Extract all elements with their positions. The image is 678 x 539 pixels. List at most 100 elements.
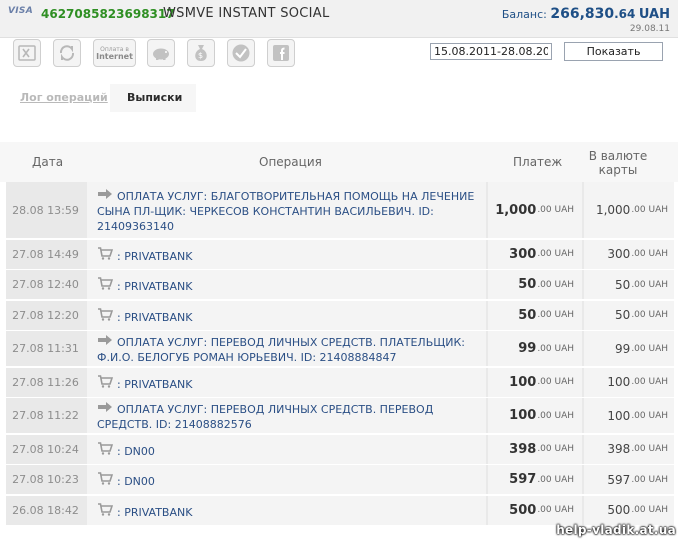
row-payment-dec: .00 UAH <box>537 279 574 290</box>
row-payment: 100.00 UAH <box>488 367 582 397</box>
row-card-amount: 50.00 UAH <box>584 270 674 299</box>
row-operation[interactable]: : DN00 <box>87 465 486 494</box>
header-date-col: Дата <box>32 155 64 169</box>
table-row[interactable]: 27.08 11:22 ОПЛАТА УСЛУГ: ПЕРЕВОД ЛИЧНЫХ … <box>6 398 674 433</box>
tab-statements[interactable]: Выписки <box>110 84 196 112</box>
refresh-icon[interactable] <box>53 39 81 67</box>
internet-label-bottom: Internet <box>96 52 133 61</box>
checkmark-icon[interactable] <box>227 39 255 67</box>
row-payment-dec: .00 UAH <box>537 310 574 320</box>
row-operation[interactable]: : PRIVATBANK <box>87 270 486 299</box>
row-payment-dec: .00 UAH <box>537 505 574 515</box>
row-card-dec: .00 UAH <box>631 249 668 259</box>
facebook-icon[interactable] <box>267 39 295 67</box>
row-date: 27.08 12:40 <box>12 278 79 291</box>
table-row[interactable]: 27.08 10:23 : DN00 597.00 UAH 597.00 UAH <box>6 465 674 494</box>
row-operation-text: : DN00 <box>117 475 155 488</box>
tab-operation-log[interactable]: Лог операций <box>20 91 108 104</box>
balance: Баланс: 266,830.64 UAH <box>502 6 670 22</box>
row-card-int: 300 <box>607 247 631 261</box>
row-operation[interactable]: : PRIVATBANK <box>87 495 486 525</box>
row-operation[interactable]: : PRIVATBANK <box>87 367 486 397</box>
show-button[interactable]: Показать <box>564 42 663 61</box>
balance-amount: 266,830 <box>550 6 615 22</box>
row-operation-text: ОПЛАТА УСЛУГ: БЛАГОТВОРИТЕЛЬНАЯ ПОМОЩЬ Н… <box>97 189 475 233</box>
arrow-icon <box>97 401 117 417</box>
row-operation-text: : PRIVATBANK <box>117 377 193 391</box>
row-date: 28.08 13:59 <box>12 203 79 217</box>
row-payment-dec: .00 UAH <box>537 377 574 387</box>
row-payment-dec: .00 UAH <box>537 444 574 454</box>
row-payment: 50.00 UAH <box>488 300 582 330</box>
header-date: 29.08.11 <box>629 24 670 34</box>
row-payment: 300.00 UAH <box>488 239 582 269</box>
row-operation-text: : PRIVATBANK <box>117 310 193 324</box>
row-operation[interactable]: : PRIVATBANK <box>87 300 486 330</box>
svg-text:$: $ <box>198 51 203 60</box>
cart-icon <box>97 307 117 325</box>
table-row[interactable]: 27.08 11:26: PRIVATBANK 100.00 UAH 100.00 … <box>6 367 674 397</box>
excel-icon[interactable] <box>13 39 41 67</box>
row-payment-int: 100 <box>509 374 537 390</box>
money-bag-icon[interactable]: $ <box>187 39 215 67</box>
cart-icon <box>97 277 117 294</box>
table-row[interactable]: 27.08 12:40: PRIVATBANK 50.00 UAH 50.00 UA… <box>6 270 674 299</box>
table-row[interactable]: 27.08 14:49: PRIVATBANK 300.00 UAH 300.00 … <box>6 239 674 269</box>
piggy-bank-icon[interactable] <box>147 39 175 67</box>
row-operation-text: ОПЛАТА УСЛУГ: ПЕРЕВОД ЛИЧНЫХ СРЕДСТВ. ПЕ… <box>97 403 434 431</box>
date-range-input[interactable] <box>430 43 552 60</box>
row-payment: 99.00 UAH <box>488 331 582 366</box>
row-card-dec: .00 UAH <box>631 444 668 454</box>
balance-decimal: .64 <box>614 7 636 21</box>
row-operation[interactable]: ОПЛАТА УСЛУГ: ПЕРЕВОД ЛИЧНЫХ СРЕДСТВ. ПЕ… <box>87 398 486 433</box>
row-operation-text: ОПЛАТА УСЛУГ: ПЕРЕВОД ЛИЧНЫХ СРЕДСТВ. ПЛ… <box>97 336 466 364</box>
row-operation[interactable]: ОПЛАТА УСЛУГ: ПЕРЕВОД ЛИЧНЫХ СРЕДСТВ. ПЛ… <box>87 331 486 366</box>
table-row[interactable]: 28.08 13:59 ОПЛАТА УСЛУГ: БЛАГОТВОРИТЕЛЬН… <box>6 182 674 238</box>
row-operation[interactable]: : DN00 <box>87 434 486 464</box>
internet-payment-icon[interactable]: Оплата в Internet <box>93 39 136 67</box>
table-row[interactable]: 26.08 18:42: PRIVATBANK 500.00 UAH 500.00 … <box>6 495 674 525</box>
row-card-amount: 1,000.00 UAH <box>584 182 674 238</box>
row-card-amount: 500.00 UAH <box>584 495 674 525</box>
balance-label: Баланс: <box>501 8 547 21</box>
row-payment-int: 50 <box>518 277 537 292</box>
row-payment-dec: .00 UAH <box>537 343 574 354</box>
row-date: 27.08 10:24 <box>12 442 79 456</box>
table-header: Дата Операция Платеж В валюте карты <box>0 142 678 182</box>
row-operation[interactable]: ОПЛАТА УСЛУГ: БЛАГОТВОРИТЕЛЬНАЯ ПОМОЩЬ Н… <box>87 182 486 238</box>
row-payment-int: 1,000 <box>495 202 537 218</box>
table-row[interactable]: 27.08 10:24: DN00 398.00 UAH 398.00 UAH <box>6 434 674 464</box>
row-card-int: 100 <box>607 408 631 423</box>
header-payment-col: Платеж <box>513 155 563 169</box>
row-card-amount: 597.00 UAH <box>584 465 674 494</box>
row-payment-dec: .00 UAH <box>537 410 574 421</box>
row-card-dec: .00 UAH <box>631 505 668 515</box>
row-payment: 500.00 UAH <box>488 495 582 525</box>
row-card-dec: .00 UAH <box>631 377 668 387</box>
row-payment-int: 300 <box>509 246 537 262</box>
row-payment-int: 500 <box>509 502 537 518</box>
row-payment-int: 398 <box>509 441 537 457</box>
row-operation-text: : DN00 <box>117 444 155 458</box>
row-card-amount: 50.00 UAH <box>584 300 674 330</box>
card-name: WSMVE INSTANT SOCIAL <box>163 6 330 21</box>
row-card-int: 597 <box>607 472 631 487</box>
row-payment-int: 50 <box>518 307 537 323</box>
row-card-int: 398 <box>607 442 631 456</box>
cart-icon <box>97 246 117 264</box>
row-operation[interactable]: : PRIVATBANK <box>87 239 486 269</box>
cart-icon <box>97 441 117 459</box>
row-card-amount: 300.00 UAH <box>584 239 674 269</box>
row-payment: 50.00 UAH <box>488 270 582 299</box>
row-card-dec: .00 UAH <box>631 310 668 320</box>
row-payment: 597.00 UAH <box>488 465 582 494</box>
header-card-currency-col: В валюте карты <box>588 149 648 177</box>
table-row[interactable]: 27.08 11:31 ОПЛАТА УСЛУГ: ПЕРЕВОД ЛИЧНЫХ … <box>6 331 674 366</box>
row-date: 27.08 14:49 <box>12 247 79 261</box>
cart-icon <box>97 374 117 392</box>
row-card-int: 500 <box>607 503 631 517</box>
row-payment-dec: .00 UAH <box>537 249 574 259</box>
row-date: 27.08 10:23 <box>12 473 79 486</box>
row-payment-int: 597 <box>509 472 537 487</box>
table-row[interactable]: 27.08 12:20: PRIVATBANK 50.00 UAH 50.00 UA… <box>6 300 674 330</box>
